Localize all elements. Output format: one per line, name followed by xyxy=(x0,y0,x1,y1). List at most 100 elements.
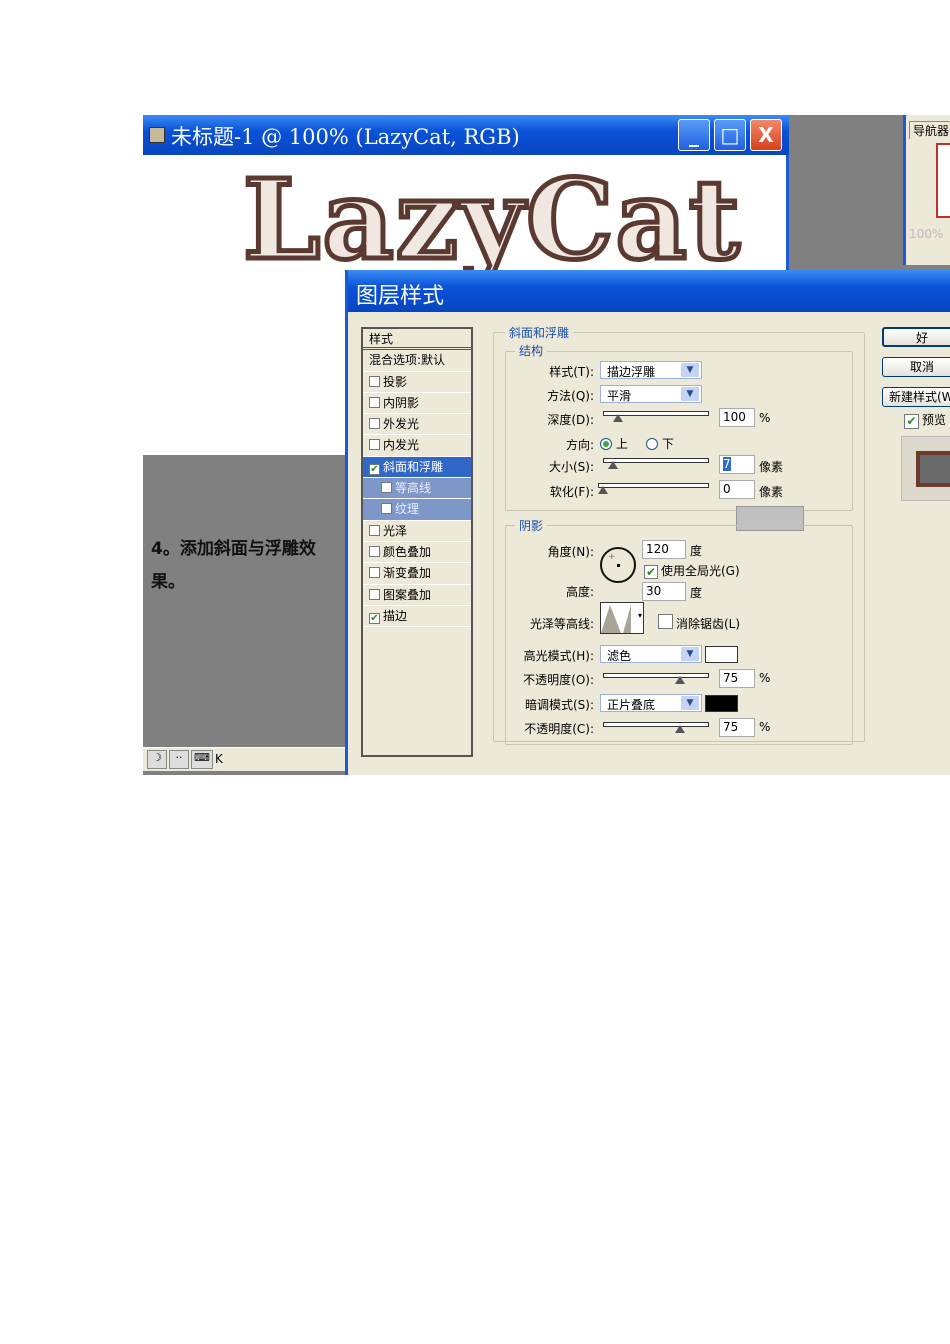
style-item-1[interactable]: 投影 xyxy=(363,372,471,393)
styles-list: 样式 混合选项:默认 投影 内阴影 外发光 内发光 ✔ 斜面和浮雕 等高线 纹理 光泽 颜色叠加渐… xyxy=(361,327,473,757)
status-bar: ☽ ·· ⌨ K xyxy=(143,747,345,771)
chevron-down-icon: ▼ xyxy=(681,696,699,710)
shadow-color-swatch[interactable] xyxy=(705,695,738,712)
shading-title: 阴影 xyxy=(515,517,548,534)
checkbox-icon[interactable] xyxy=(369,524,380,536)
shadow-opacity-thumb[interactable] xyxy=(675,725,685,733)
blend-options-item[interactable]: 混合选项:默认 xyxy=(363,350,471,372)
canvas-lazycat-text: LazyCat xyxy=(241,155,743,284)
direction-radio-up[interactable]: 上 xyxy=(600,435,628,452)
layer-style-dialog: 图层样式 样式 混合选项:默认 投影 内阴影 外发光 内发光 ✔ 斜面和浮雕 等高线 纹理 光泽… xyxy=(345,270,950,775)
style-select[interactable]: 描边浮雕 ▼ xyxy=(600,361,702,379)
checkbox-icon[interactable] xyxy=(369,375,380,387)
size-input[interactable]: 7 xyxy=(719,455,755,474)
direction-label: 方向: xyxy=(565,438,594,452)
navigator-tab[interactable]: 导航器 xyxy=(909,121,950,139)
gloss-contour-picker[interactable]: ▾ xyxy=(600,602,644,634)
style-label: 样式(T): xyxy=(549,365,594,379)
highlight-mode-select[interactable]: 滤色 ▼ xyxy=(600,645,702,663)
highlight-opacity-input[interactable]: 75 xyxy=(719,669,755,688)
technique-select[interactable]: 平滑 ▼ xyxy=(600,385,702,403)
soften-slider[interactable] xyxy=(598,483,709,497)
highlight-opacity-thumb[interactable] xyxy=(675,676,685,684)
anti-alias-label: 消除锯齿(L) xyxy=(676,617,741,631)
checkbox-icon[interactable] xyxy=(369,396,380,408)
structure-title: 结构 xyxy=(515,342,548,359)
angle-unit: 度 xyxy=(690,544,703,558)
shadow-mode-select[interactable]: 正片叠底 ▼ xyxy=(600,694,702,712)
checkbox-icon[interactable] xyxy=(381,482,392,494)
depth-label: 深度(D): xyxy=(547,413,594,427)
dialog-title-bar[interactable]: 图层样式 xyxy=(348,270,950,312)
document-title: 未标题-1 @ 100% (LazyCat, RGB) xyxy=(171,125,520,149)
angle-label: 角度(N): xyxy=(547,545,594,559)
chevron-down-icon: ▼ xyxy=(681,647,699,661)
style-item-11[interactable]: 图案叠加 xyxy=(363,585,471,606)
moon-icon[interactable]: ☽ xyxy=(147,750,167,769)
style-item-12[interactable]: ✔ 描边 xyxy=(363,606,471,628)
style-item-10[interactable]: 渐变叠加 xyxy=(363,563,471,585)
style-item-label: 斜面和浮雕 xyxy=(383,459,444,474)
style-item-5[interactable]: ✔ 斜面和浮雕 xyxy=(363,456,471,479)
depth-slider[interactable] xyxy=(603,411,709,425)
checkbox-icon[interactable] xyxy=(369,545,380,557)
altitude-label: 高度: xyxy=(565,585,594,599)
checkmark-icon[interactable]: ✔ xyxy=(369,612,380,624)
style-item-label: 投影 xyxy=(383,374,408,389)
highlight-opacity-label: 不透明度(O): xyxy=(523,673,594,687)
style-item-label: 内发光 xyxy=(383,438,420,453)
cancel-button[interactable]: 取消 xyxy=(882,357,950,377)
shadow-opacity-slider[interactable] xyxy=(603,722,709,736)
checkbox-icon[interactable] xyxy=(369,588,380,600)
new-style-button[interactable]: 新建样式(W)... xyxy=(882,387,950,407)
style-item-7[interactable]: 纹理 xyxy=(363,499,471,521)
depth-unit: % xyxy=(759,411,771,425)
keyboard-icon[interactable]: ⌨ xyxy=(191,750,213,769)
styles-header[interactable]: 样式 xyxy=(363,329,471,351)
ok-button[interactable]: 好 xyxy=(882,327,950,347)
altitude-input[interactable]: 30 xyxy=(642,582,686,601)
bevel-group-title: 斜面和浮雕 xyxy=(505,324,574,341)
checkbox-icon xyxy=(658,614,673,629)
style-item-4[interactable]: 内发光 xyxy=(363,435,471,457)
style-item-9[interactable]: 颜色叠加 xyxy=(363,542,471,564)
checkbox-icon[interactable] xyxy=(381,503,392,515)
highlight-opacity-slider[interactable] xyxy=(603,673,709,687)
checkbox-icon[interactable] xyxy=(369,567,380,579)
close-button[interactable]: X xyxy=(750,119,782,151)
style-preview-thumbnail xyxy=(901,436,950,501)
direction-radio-down[interactable]: 下 xyxy=(646,435,674,452)
depth-slider-thumb[interactable] xyxy=(612,414,623,422)
shadow-opacity-input[interactable]: 75 xyxy=(719,718,755,737)
maximize-button[interactable]: □ xyxy=(714,119,746,151)
angle-dial[interactable]: + xyxy=(600,547,636,583)
technique-label: 方法(Q): xyxy=(547,389,594,403)
anti-alias-checkbox[interactable]: 消除锯齿(L) xyxy=(658,614,740,632)
checkbox-icon[interactable] xyxy=(369,439,380,451)
technique-value: 平滑 xyxy=(607,389,632,403)
style-item-2[interactable]: 内阴影 xyxy=(363,393,471,415)
size-slider[interactable] xyxy=(603,458,709,472)
navigator-zoom[interactable]: 100% xyxy=(909,227,943,241)
style-item-8[interactable]: 光泽 xyxy=(363,521,471,542)
dots-icon[interactable]: ·· xyxy=(169,750,189,769)
highlight-color-swatch[interactable] xyxy=(705,646,738,663)
depth-input[interactable]: 100 xyxy=(719,408,755,427)
minimize-button[interactable]: _ xyxy=(678,119,710,151)
global-light-checkbox[interactable]: ✔ 使用全局光(G) xyxy=(644,562,740,579)
preview-checkbox[interactable]: ✔ 预览 xyxy=(904,411,946,429)
direction-down-label: 下 xyxy=(661,437,674,451)
checkmark-icon[interactable]: ✔ xyxy=(369,463,380,475)
style-item-3[interactable]: 外发光 xyxy=(363,414,471,436)
highlight-mode-value: 滤色 xyxy=(607,649,632,663)
navigator-panel: 导航器 100% xyxy=(903,115,950,265)
style-value: 描边浮雕 xyxy=(607,365,656,379)
navigator-preview[interactable] xyxy=(936,143,950,218)
size-slider-thumb[interactable] xyxy=(607,461,618,469)
soften-slider-thumb[interactable] xyxy=(598,486,608,494)
style-item-label: 渐变叠加 xyxy=(383,566,432,581)
angle-input[interactable]: 120 xyxy=(642,540,686,559)
soften-input[interactable]: 0 xyxy=(719,480,755,499)
checkbox-icon[interactable] xyxy=(369,418,380,430)
style-item-6[interactable]: 等高线 xyxy=(363,478,471,500)
